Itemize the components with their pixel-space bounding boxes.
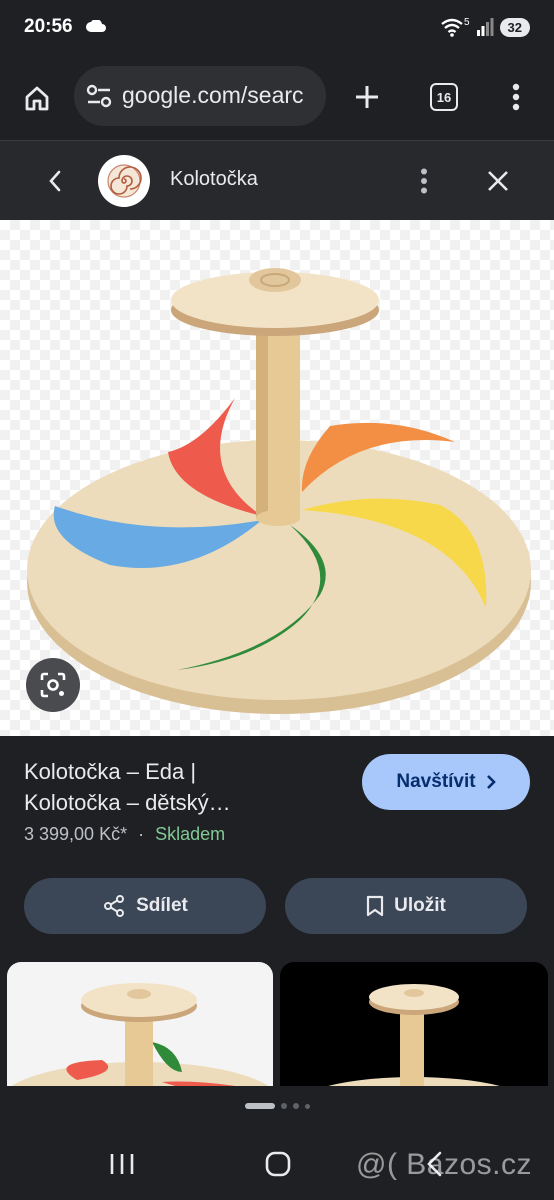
close-icon [488, 171, 508, 191]
status-bar: 20:56 5 32 [0, 0, 554, 56]
back-icon [49, 170, 61, 192]
result-title: Kolotočka [170, 168, 258, 190]
browser-toolbar: google.com/searc 16 [0, 56, 554, 140]
browser-menu-button[interactable] [502, 80, 530, 114]
close-button[interactable] [482, 165, 514, 197]
carousel-dot [292, 1103, 299, 1109]
merry-go-round-image [27, 268, 531, 714]
home-icon [25, 86, 49, 111]
chevron-right-icon [486, 775, 496, 789]
share-button[interactable]: Sdílet [24, 878, 266, 934]
lens-icon [40, 672, 66, 698]
address-bar[interactable]: google.com/searc [74, 66, 326, 126]
network-badge: 5 [463, 16, 470, 28]
new-tab-button[interactable] [350, 80, 384, 114]
plus-icon [356, 86, 378, 108]
related-results [0, 962, 554, 1086]
carousel-indicator [0, 1086, 554, 1126]
status-time: 20:56 [24, 16, 73, 37]
visit-button[interactable]: Navštívit [362, 754, 530, 810]
thumbnail-image [328, 984, 500, 1086]
visit-button-label: Navštívit [396, 771, 476, 792]
bookmark-icon [367, 895, 384, 917]
carousel-dot-active [244, 1103, 275, 1109]
wifi-icon [441, 18, 463, 37]
cloud-icon [86, 20, 106, 32]
carousel-dot [304, 1103, 310, 1109]
product-title-line2: Kolotočka – dětský… [24, 790, 231, 815]
home-button[interactable] [18, 80, 56, 116]
lens-search-button[interactable] [26, 658, 80, 712]
product-title-line1: Kolotočka – Eda | [24, 759, 197, 784]
url-text: google.com/searc [122, 82, 304, 108]
tab-count: 16 [430, 83, 458, 111]
home-nav-icon [265, 1151, 291, 1177]
save-button-label: Uložit [394, 895, 446, 916]
recents-button[interactable] [104, 1148, 140, 1180]
save-button[interactable]: Uložit [285, 878, 527, 934]
share-icon [104, 895, 125, 917]
status-right: 5 32 [440, 16, 530, 38]
battery-indicator: 32 [499, 17, 530, 37]
product-price: 3 399,00 Kč* [24, 824, 128, 844]
stock-status: Skladem [155, 824, 226, 844]
recents-icon [110, 1154, 134, 1174]
thumbnail-image [11, 983, 269, 1086]
spiral-logo-icon [107, 164, 142, 198]
related-thumbnail[interactable] [280, 962, 548, 1086]
related-thumbnail[interactable] [7, 962, 273, 1086]
product-meta: 3 399,00 Kč* · Skladem [24, 824, 225, 845]
site-logo [98, 155, 150, 207]
menu-dots-icon [421, 168, 427, 194]
home-nav-button[interactable] [260, 1146, 296, 1182]
tab-switcher-button[interactable]: 16 [428, 81, 460, 113]
result-menu-button[interactable] [410, 165, 438, 197]
menu-dots-icon [512, 83, 520, 111]
result-header: Kolotočka [0, 140, 554, 220]
tune-icon [86, 84, 112, 108]
watermark-text: @( Bazos.cz [356, 1148, 532, 1181]
back-button[interactable] [40, 165, 70, 197]
product-details: Kolotočka – Eda | Kolotočka – dětský… 3 … [0, 736, 554, 966]
product-image[interactable] [0, 220, 554, 736]
carousel-dot [280, 1103, 287, 1109]
meta-separator: · [138, 824, 145, 844]
product-title[interactable]: Kolotočka – Eda | Kolotočka – dětský… [24, 756, 344, 818]
share-button-label: Sdílet [136, 895, 188, 916]
signal-icon [476, 18, 494, 36]
